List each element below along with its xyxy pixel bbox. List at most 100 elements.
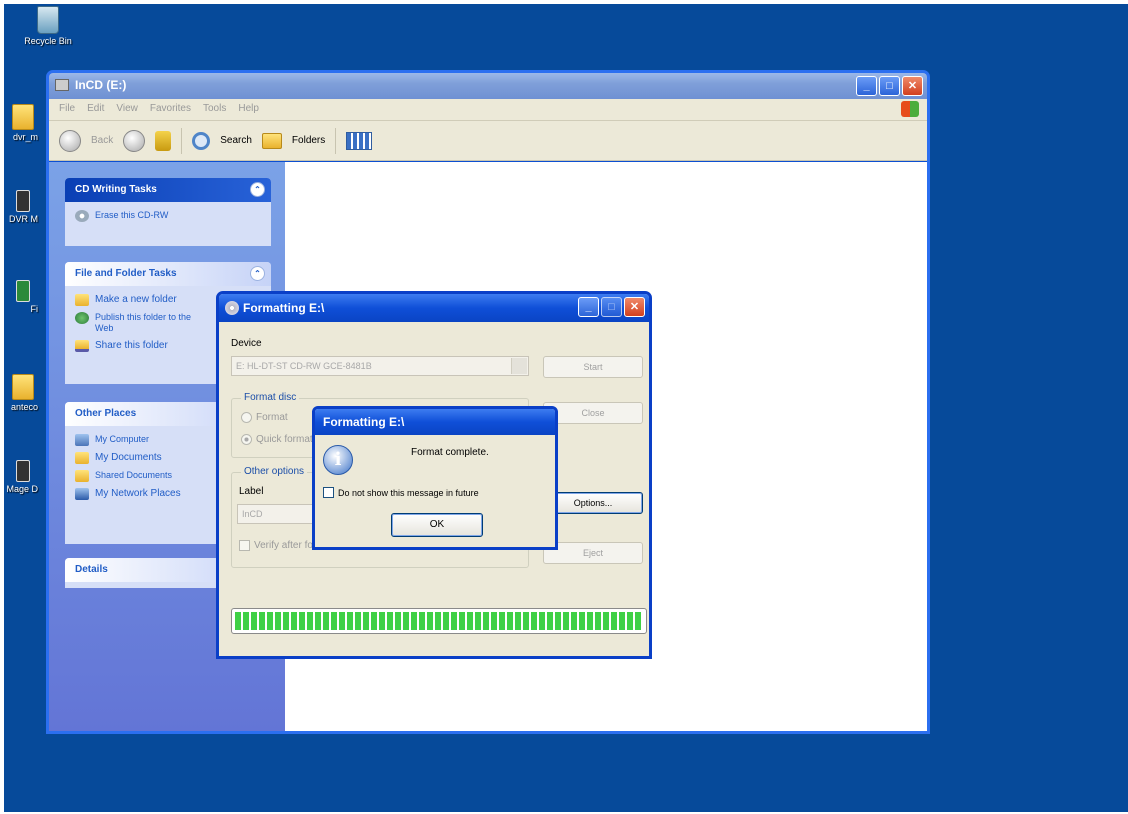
desktop-shortcut-icon[interactable]: Fi: [4, 280, 38, 314]
shared-folder-icon: [75, 340, 89, 352]
up-folder-icon[interactable]: [155, 130, 172, 151]
radio-label: Quick format: [256, 434, 313, 446]
cd-drive-icon: [55, 79, 69, 91]
progress-fill: [235, 612, 643, 630]
desktop-icon-label: anteco: [10, 402, 38, 412]
erase-cd-link[interactable]: Erase this CD-RW: [75, 210, 261, 222]
panel-title: CD Writing Tasks: [75, 184, 157, 195]
message-text: Format complete.: [411, 447, 489, 458]
link-label: Share this folder: [95, 340, 168, 351]
globe-icon: [75, 312, 89, 324]
panel-title: File and Folder Tasks: [75, 268, 177, 279]
device-select[interactable]: E: HL-DT-ST CD-RW GCE-8481B: [231, 356, 529, 376]
cd-writing-tasks-header[interactable]: CD Writing Tasks ⌃: [65, 178, 271, 202]
panel-title: Details: [75, 564, 108, 575]
menu-tools[interactable]: Tools: [203, 103, 226, 120]
views-icon[interactable]: [346, 131, 373, 150]
checkbox-label: Do not show this message in future: [338, 487, 479, 498]
explorer-title-bar[interactable]: InCD (E:) _ □ ✕: [49, 73, 927, 99]
menu-help[interactable]: Help: [238, 103, 259, 120]
format-complete-message-box: Formatting E:\ i Format complete. Do not…: [312, 406, 558, 550]
eject-button[interactable]: Eject: [543, 542, 643, 564]
desktop-icon-label: DVR M: [9, 214, 38, 224]
new-folder-icon: [75, 294, 89, 306]
close-button[interactable]: ✕: [902, 76, 923, 96]
folders-icon[interactable]: [261, 132, 282, 149]
message-box-title-bar[interactable]: Formatting E:\: [315, 409, 555, 435]
search-button-label[interactable]: Search: [220, 135, 252, 146]
menu-view[interactable]: View: [116, 103, 138, 120]
computer-icon: [75, 434, 89, 446]
radio-button[interactable]: [241, 412, 252, 423]
forward-arrow-icon[interactable]: [123, 129, 146, 152]
format-progress-bar: [231, 608, 647, 634]
recycle-bin-desktop-icon[interactable]: Recycle Bin: [12, 6, 84, 46]
link-label: Publish this folder to the Web: [95, 312, 192, 333]
desktop-folder-icon[interactable]: dvr_m: [4, 104, 38, 142]
shortcut-icon: [16, 190, 30, 212]
radio-label: Format: [256, 412, 288, 424]
folder-icon: [12, 104, 34, 130]
back-arrow-icon[interactable]: [59, 129, 81, 152]
desktop-shortcut-icon[interactable]: Mage D: [4, 460, 38, 494]
desktop-icon-label: Fi: [30, 304, 39, 314]
quick-format-radio[interactable]: Quick format: [241, 434, 313, 445]
shared-documents-icon: [75, 470, 89, 482]
shortcut-icon: [16, 460, 30, 482]
search-icon[interactable]: [192, 131, 211, 150]
checkbox[interactable]: [323, 487, 334, 498]
toolbar: Back Search Folders: [49, 121, 927, 161]
link-label: My Documents: [95, 452, 162, 463]
maximize-button[interactable]: □: [879, 76, 900, 96]
erase-disc-icon: [75, 210, 89, 222]
windows-logo-icon: [901, 101, 919, 117]
do-not-show-checkbox[interactable]: Do not show this message in future: [323, 487, 479, 498]
chevron-down-icon[interactable]: [511, 358, 527, 374]
cd-icon: [225, 301, 239, 315]
recycle-bin-icon: [37, 6, 59, 34]
maximize-button[interactable]: □: [601, 297, 622, 317]
desktop: Recycle Bin dvr_m DVR M Fi anteco Mage D…: [4, 4, 1128, 812]
desktop-icon-label: Recycle Bin: [24, 36, 72, 46]
information-icon: i: [323, 445, 353, 475]
dialog-title: Formatting E:\: [243, 301, 325, 315]
menu-edit[interactable]: Edit: [87, 103, 104, 120]
radio-button[interactable]: [241, 434, 252, 445]
close-dialog-button[interactable]: Close: [543, 402, 643, 424]
device-label: Device: [231, 338, 262, 349]
link-label: My Computer: [95, 434, 150, 444]
format-disc-heading: Format disc: [241, 392, 300, 403]
documents-folder-icon: [75, 452, 89, 464]
start-button[interactable]: Start: [543, 356, 643, 378]
minimize-button[interactable]: _: [578, 297, 599, 317]
format-radio[interactable]: Format: [241, 412, 288, 423]
folders-button-label[interactable]: Folders: [292, 135, 325, 146]
panel-title: Other Places: [75, 408, 137, 419]
file-folder-tasks-header[interactable]: File and Folder Tasks ⌃: [65, 262, 271, 286]
message-box-title: Formatting E:\: [323, 415, 405, 429]
menu-favorites[interactable]: Favorites: [150, 103, 191, 120]
close-button[interactable]: ✕: [624, 297, 645, 317]
cd-writing-tasks-panel: CD Writing Tasks ⌃ Erase this CD-RW: [65, 178, 271, 246]
options-button[interactable]: Options...: [543, 492, 643, 514]
shortcut-icon: [16, 280, 30, 302]
device-select-value: E: HL-DT-ST CD-RW GCE-8481B: [236, 361, 372, 371]
collapse-chevron-icon[interactable]: ⌃: [250, 266, 265, 281]
link-label: My Network Places: [95, 488, 181, 499]
desktop-icon-label: Mage D: [6, 484, 38, 494]
back-button-label[interactable]: Back: [91, 135, 113, 146]
desktop-icon-label: dvr_m: [12, 132, 38, 142]
network-icon: [75, 488, 89, 500]
formatting-dialog-title-bar[interactable]: Formatting E:\ _ □ ✕: [219, 294, 649, 322]
menu-bar: File Edit View Favorites Tools Help: [49, 99, 927, 121]
minimize-button[interactable]: _: [856, 76, 877, 96]
collapse-chevron-icon[interactable]: ⌃: [250, 182, 265, 197]
link-label: Shared Documents: [95, 470, 173, 480]
checkbox[interactable]: [239, 540, 250, 551]
ok-button[interactable]: OK: [391, 513, 483, 537]
toolbar-separator: [335, 127, 337, 154]
explorer-title: InCD (E:): [75, 78, 127, 92]
desktop-folder-icon[interactable]: anteco: [4, 374, 38, 412]
desktop-shortcut-icon[interactable]: DVR M: [4, 190, 38, 224]
menu-file[interactable]: File: [59, 103, 75, 120]
